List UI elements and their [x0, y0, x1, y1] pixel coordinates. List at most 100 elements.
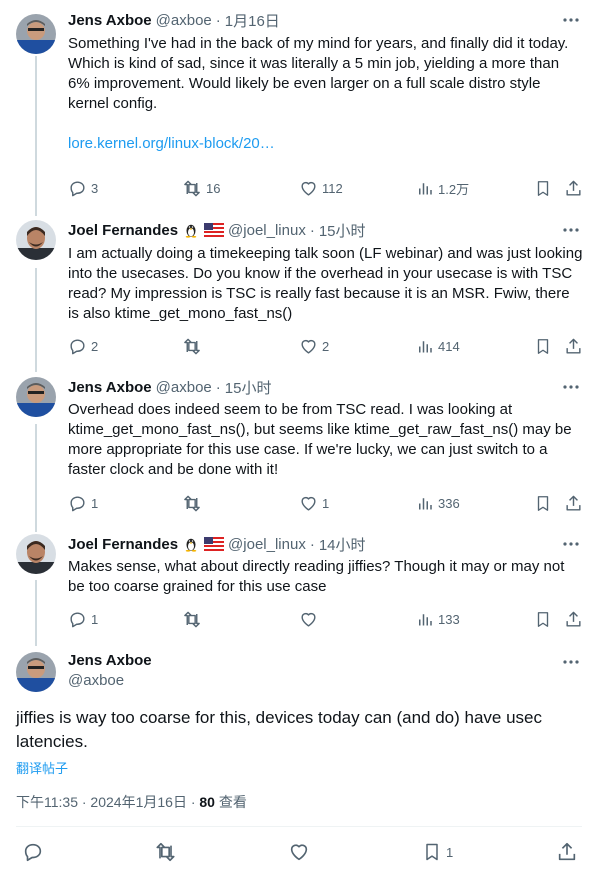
- penguin-icon: [182, 221, 200, 239]
- translate-link[interactable]: 翻译帖子: [16, 758, 68, 777]
- like-button[interactable]: 2: [299, 336, 329, 356]
- views-button[interactable]: 336: [416, 493, 460, 513]
- bookmark-button[interactable]: [534, 178, 552, 198]
- share-button[interactable]: [564, 178, 583, 198]
- tweet-link[interactable]: lore.kernel.org/linux-block/20…: [68, 134, 584, 154]
- view-count: 414: [438, 338, 460, 354]
- repost-count: 16: [206, 180, 221, 196]
- like-count: 2: [322, 338, 330, 354]
- reply-button[interactable]: [22, 840, 44, 864]
- more-options-icon[interactable]: [562, 10, 580, 30]
- heart-icon: [301, 612, 316, 627]
- tweet-meta: 下午11:35 · 2024年1月16日 · 80 查看: [16, 792, 247, 812]
- share-button[interactable]: [564, 493, 583, 513]
- avatar-jens[interactable]: [16, 14, 56, 54]
- share-icon: [566, 611, 581, 627]
- author-handle[interactable]: @axboe: [156, 379, 212, 396]
- repost-icon: [184, 495, 200, 511]
- us-flag-icon: [204, 223, 225, 237]
- reply-button[interactable]: 1: [68, 609, 98, 629]
- tweet-actions: 2 2 414: [68, 336, 584, 356]
- like-button[interactable]: [299, 609, 322, 629]
- avatar-joel[interactable]: [16, 534, 56, 574]
- repost-button[interactable]: 16: [182, 178, 220, 198]
- bookmark-button[interactable]: [534, 609, 552, 629]
- like-button[interactable]: [288, 840, 310, 864]
- heart-icon: [301, 496, 316, 511]
- more-options-icon[interactable]: [562, 534, 580, 554]
- tweet-text: Something I've had in the back of my min…: [68, 35, 573, 112]
- reply-count: 1: [91, 495, 99, 511]
- reply-icon: [70, 338, 85, 354]
- tweet-4[interactable]: Joel Fernandes @joel_linux · 14小时 Makes …: [0, 534, 598, 644]
- repost-icon: [184, 180, 200, 196]
- post-timestamp[interactable]: 下午11:35 · 2024年1月16日 ·: [16, 794, 199, 810]
- penguin-icon: [182, 535, 200, 553]
- timestamp[interactable]: 15小时: [225, 377, 272, 398]
- more-options-icon[interactable]: [562, 652, 580, 672]
- tweet-actions: 1 1 336: [68, 493, 584, 513]
- views-button[interactable]: 133: [416, 609, 460, 629]
- reply-count: 2: [91, 338, 99, 354]
- share-button[interactable]: [556, 840, 578, 864]
- us-flag-icon: [204, 537, 225, 551]
- analytics-icon: [419, 613, 432, 625]
- avatar-jens[interactable]: [16, 377, 56, 417]
- reply-count: 1: [91, 611, 99, 627]
- more-options-icon[interactable]: [562, 377, 580, 397]
- timestamp[interactable]: 1月16日: [225, 10, 280, 31]
- repost-button[interactable]: [182, 336, 206, 356]
- author-name[interactable]: Joel Fernandes: [68, 222, 178, 239]
- reply-button[interactable]: 2: [68, 336, 98, 356]
- repost-button[interactable]: [154, 840, 177, 864]
- reply-button[interactable]: 1: [68, 493, 98, 513]
- view-count: 133: [438, 611, 460, 627]
- share-icon: [566, 495, 581, 511]
- bookmark-icon: [537, 180, 549, 196]
- tweet-1[interactable]: Jens Axboe @axboe · 1月16日 Something I've…: [0, 10, 598, 210]
- share-button[interactable]: [564, 609, 583, 629]
- tweet-2[interactable]: Joel Fernandes @joel_linux · 15小时 I am a…: [0, 220, 598, 370]
- views-button[interactable]: 1.2万: [416, 178, 469, 198]
- timestamp[interactable]: 14小时: [319, 534, 366, 555]
- author-name[interactable]: Jens Axboe: [68, 12, 152, 29]
- avatar-joel[interactable]: [16, 220, 56, 260]
- bookmark-button[interactable]: [534, 493, 552, 513]
- more-options-icon[interactable]: [562, 220, 580, 240]
- separator-dot: ·: [309, 535, 315, 553]
- divider: [16, 826, 582, 827]
- author-name[interactable]: Joel Fernandes: [68, 536, 178, 553]
- view-count: 80: [199, 794, 215, 810]
- timestamp[interactable]: 15小时: [319, 220, 366, 241]
- tweet-actions: 1 133: [68, 609, 584, 629]
- tweet-text: Makes sense, what about directly reading…: [68, 558, 569, 595]
- author-handle[interactable]: @axboe: [68, 672, 124, 689]
- share-button[interactable]: [564, 336, 583, 356]
- main-tweet: Jens Axboe @axboe jiffies is way too coa…: [0, 650, 598, 876]
- bookmark-icon: [426, 843, 438, 861]
- bookmark-button[interactable]: 1: [422, 840, 453, 864]
- author-handle[interactable]: @axboe: [156, 12, 212, 29]
- avatar-jens[interactable]: [16, 652, 56, 692]
- share-icon: [566, 180, 581, 196]
- tweet-3[interactable]: Jens Axboe @axboe · 15小时 Overhead does i…: [0, 377, 598, 527]
- bookmark-count: 1: [446, 844, 454, 860]
- avatar-jens-image: [16, 14, 56, 54]
- author-name[interactable]: Jens Axboe: [68, 379, 152, 396]
- like-button[interactable]: 1: [299, 493, 329, 513]
- repost-button[interactable]: [182, 493, 206, 513]
- main-tweet-text: jiffies is way too coarse for this, devi…: [16, 708, 543, 751]
- view-count: 1.2万: [438, 181, 470, 197]
- author-name[interactable]: Jens Axboe: [68, 652, 152, 669]
- reply-icon: [70, 180, 85, 196]
- like-button[interactable]: 112: [299, 178, 343, 198]
- separator-dot: ·: [309, 221, 315, 239]
- repost-button[interactable]: [182, 609, 206, 629]
- bookmark-button[interactable]: [534, 336, 552, 356]
- reply-button[interactable]: 3: [68, 178, 98, 198]
- author-handle[interactable]: @joel_linux: [228, 536, 306, 553]
- views-button[interactable]: 414: [416, 336, 460, 356]
- bookmark-icon: [537, 338, 549, 354]
- author-handle[interactable]: @joel_linux: [228, 222, 306, 239]
- tweet-text: I am actually doing a timekeeping talk s…: [68, 245, 587, 322]
